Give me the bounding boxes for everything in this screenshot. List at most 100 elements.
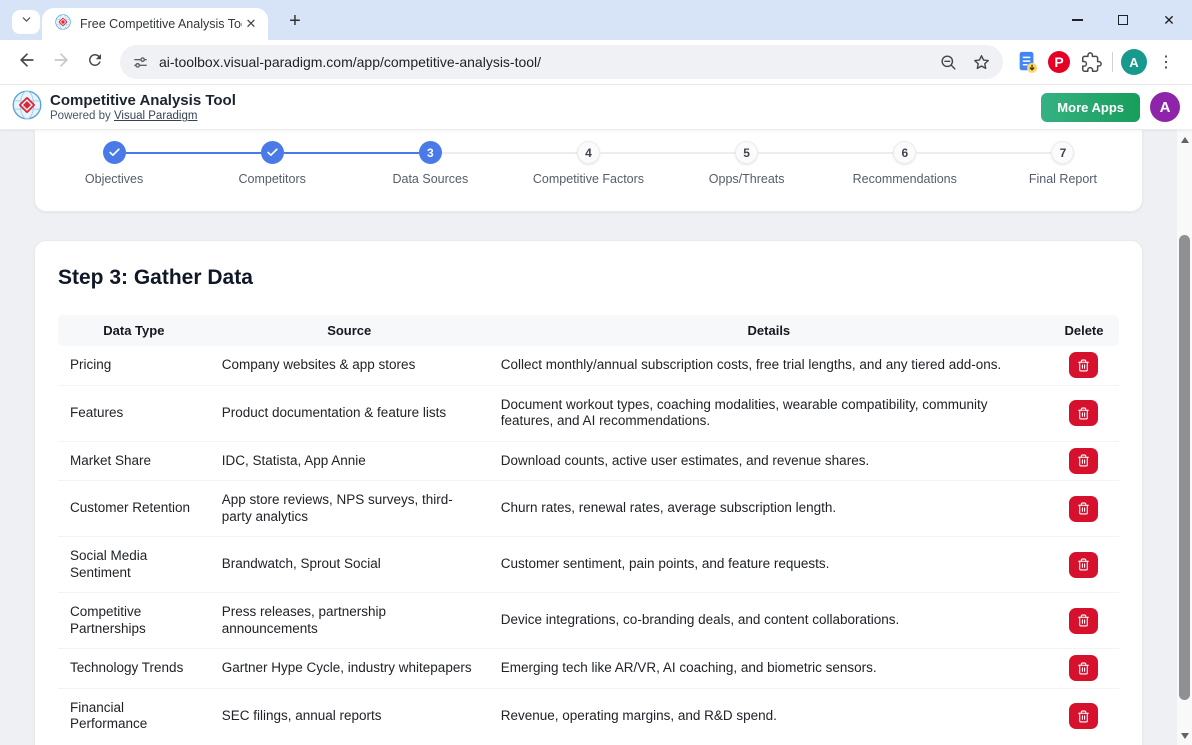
reload-button[interactable]	[78, 45, 112, 79]
cell-data-type: Customer Retention	[58, 481, 210, 537]
step-row: 4	[509, 141, 667, 164]
step-circle-1[interactable]	[103, 141, 126, 164]
cell-details: Emerging tech like AR/VR, AI coaching, a…	[489, 649, 1049, 689]
step-connector	[442, 152, 510, 154]
visual-paradigm-link[interactable]: Visual Paradigm	[114, 110, 198, 122]
step-circle-4[interactable]: 4	[577, 141, 600, 164]
pinterest-extension-icon[interactable]: P	[1043, 46, 1075, 78]
delete-button[interactable]	[1069, 400, 1098, 426]
window-close-button[interactable]: ✕	[1146, 0, 1192, 40]
cell-details: Customer sentiment, pain points, and fea…	[489, 537, 1049, 593]
step-circle-2[interactable]	[261, 141, 284, 164]
cell-delete	[1049, 593, 1119, 649]
step-row	[193, 141, 351, 164]
tab-search-button[interactable]	[12, 10, 40, 34]
tab-close-icon[interactable]: ✕	[242, 15, 260, 33]
delete-button[interactable]	[1069, 352, 1098, 378]
scrollbar-up-arrow[interactable]	[1177, 132, 1192, 147]
delete-button[interactable]	[1069, 552, 1098, 578]
delete-button[interactable]	[1069, 608, 1098, 634]
step-card: Step 3: Gather Data Data TypeSourceDetai…	[34, 240, 1143, 745]
cell-data-type: Social Media Sentiment	[58, 537, 210, 593]
cell-details: Revenue, operating margins, and R&D spen…	[489, 688, 1049, 744]
stepper-card: ObjectivesCompetitors3Data Sources4Compe…	[34, 130, 1143, 212]
table-row: Financial PerformanceSEC filings, annual…	[58, 688, 1119, 744]
delete-button[interactable]	[1069, 496, 1098, 522]
table-row: FeaturesProduct documentation & feature …	[58, 385, 1119, 441]
cell-data-type: Features	[58, 385, 210, 441]
step-connector	[351, 152, 419, 154]
back-button[interactable]	[10, 45, 44, 79]
step-circle-7[interactable]: 7	[1051, 141, 1074, 164]
window-maximize-button[interactable]	[1100, 0, 1146, 40]
scrollbar-down-arrow[interactable]	[1177, 728, 1192, 743]
data-sources-table: Data TypeSourceDetailsDelete PricingComp…	[58, 315, 1119, 744]
step-row: 7	[984, 141, 1142, 164]
delete-button[interactable]	[1069, 703, 1098, 729]
trash-icon	[1077, 614, 1090, 627]
cell-source: Gartner Hype Cycle, industry whitepapers	[210, 649, 489, 689]
cell-data-type: Financial Performance	[58, 688, 210, 744]
bookmark-star-icon[interactable]	[972, 53, 991, 72]
browser-menu-button[interactable]: ⋮	[1150, 46, 1182, 78]
reading-list-extension-icon[interactable]	[1011, 46, 1043, 78]
trash-icon	[1077, 359, 1090, 372]
step-label: Final Report	[1029, 172, 1097, 186]
stepper-step-recommendations: 6Recommendations	[826, 141, 984, 211]
powered-by-prefix: Powered by	[50, 110, 111, 122]
step-connector	[984, 152, 1052, 154]
delete-button[interactable]	[1069, 448, 1098, 474]
extensions-puzzle-icon[interactable]	[1075, 46, 1107, 78]
cell-details: Collect monthly/annual subscription cost…	[489, 346, 1049, 385]
browser-profile-button[interactable]: A	[1118, 46, 1150, 78]
table-header-row: Data TypeSourceDetailsDelete	[58, 315, 1119, 346]
reload-icon	[86, 51, 104, 74]
trash-icon	[1077, 710, 1090, 723]
page-scrollbar[interactable]	[1177, 130, 1192, 745]
stepper-step-final-report: 7 Final Report	[984, 141, 1142, 211]
delete-button[interactable]	[1069, 655, 1098, 681]
step-circle-3[interactable]: 3	[419, 141, 442, 164]
cell-source: App store reviews, NPS surveys, third-pa…	[210, 481, 489, 537]
window-minimize-button[interactable]	[1054, 0, 1100, 40]
scrollbar-thumb[interactable]	[1179, 235, 1190, 700]
cell-source: Brandwatch, Sprout Social	[210, 537, 489, 593]
step-connector	[284, 152, 352, 154]
trash-icon	[1077, 407, 1090, 420]
pinterest-icon: P	[1048, 51, 1070, 73]
browser-tab[interactable]: Free Competitive Analysis Tool ✕	[42, 8, 268, 40]
step-circle-6[interactable]: 6	[893, 141, 916, 164]
step-connector	[668, 152, 736, 154]
step-connector	[916, 152, 984, 154]
column-header-source: Source	[210, 315, 489, 346]
trash-icon	[1077, 558, 1090, 571]
step-row: 3	[351, 141, 509, 164]
check-icon	[108, 146, 121, 159]
new-tab-button[interactable]: +	[282, 8, 308, 34]
cell-source: IDC, Statista, App Annie	[210, 441, 489, 481]
cell-delete	[1049, 441, 1119, 481]
step-circle-5[interactable]: 5	[735, 141, 758, 164]
column-header-data-type: Data Type	[58, 315, 210, 346]
more-apps-button[interactable]: More Apps	[1041, 93, 1140, 122]
header-right: More Apps A	[1041, 92, 1192, 122]
cell-source: Product documentation & feature lists	[210, 385, 489, 441]
address-bar[interactable]: ai-toolbox.visual-paradigm.com/app/compe…	[120, 45, 1003, 79]
stepper-step-competitors: Competitors	[193, 141, 351, 211]
cell-data-type: Competitive Partnerships	[58, 593, 210, 649]
url-text[interactable]: ai-toolbox.visual-paradigm.com/app/compe…	[159, 54, 541, 70]
minimize-icon	[1072, 19, 1083, 21]
user-avatar[interactable]: A	[1150, 92, 1180, 122]
forward-button[interactable]	[44, 45, 78, 79]
triangle-down-icon	[1181, 733, 1189, 739]
browser-avatar: A	[1121, 49, 1147, 75]
zoom-out-icon[interactable]	[939, 53, 958, 72]
cell-delete	[1049, 688, 1119, 744]
step-label: Data Sources	[392, 172, 468, 186]
column-header-details: Details	[489, 315, 1049, 346]
app-title-block: Competitive Analysis Tool Powered by Vis…	[50, 92, 236, 122]
cell-data-type: Market Share	[58, 441, 210, 481]
site-settings-icon[interactable]	[132, 54, 149, 71]
step-row: 6	[826, 141, 984, 164]
check-icon	[266, 146, 279, 159]
